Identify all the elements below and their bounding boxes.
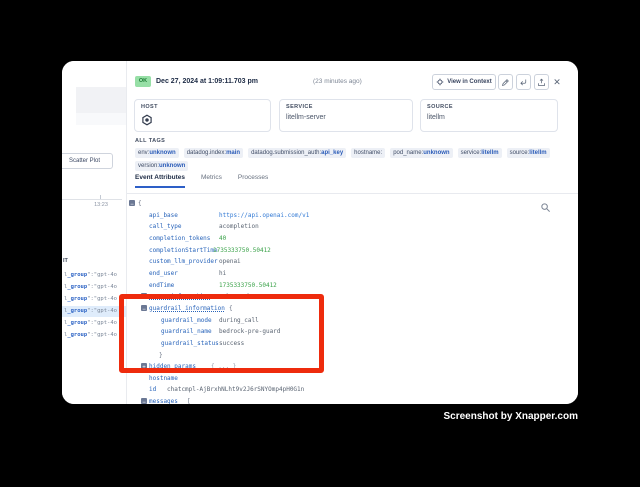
source-card: SOURCE litellm	[420, 99, 558, 132]
json-row-messages: − messages [	[129, 396, 569, 404]
event-list-row[interactable]: l_group":"gpt-4o	[62, 330, 126, 341]
event-relative-time: (23 minutes ago)	[313, 76, 362, 87]
tag-env[interactable]: env:unknown	[135, 148, 179, 158]
json-row-call-type: call_type acompletion	[129, 221, 569, 232]
source-card-label: SOURCE	[427, 104, 551, 110]
annotation-highlight-box	[119, 294, 324, 373]
event-list-row[interactable]: l_group":"gpt-4o	[62, 270, 126, 281]
event-list-row[interactable]: l_group":"gpt-4o	[62, 318, 126, 329]
tabs-divider	[127, 193, 578, 194]
view-in-context-label: View in Context	[447, 79, 492, 85]
status-badge: OK	[135, 76, 151, 87]
json-row-end-time: endTime 1735333750.50412	[129, 280, 569, 291]
collapse-toggle-icon[interactable]: −	[141, 398, 147, 404]
source-card-value: litellm	[427, 114, 551, 121]
background-panel-block-2	[76, 113, 126, 125]
tab-event-attributes[interactable]: Event Attributes	[135, 174, 185, 188]
edit-button[interactable]	[498, 74, 513, 90]
detail-tabs: Event Attributes Metrics Processes	[135, 174, 268, 188]
tags-row-1: env:unknown datadog.index:main datadog.s…	[135, 148, 550, 158]
json-root-row: − {	[129, 198, 569, 209]
tag-datadog-submission-auth[interactable]: datadog.submission_auth:api_key	[248, 148, 346, 158]
json-row-completion-tokens: completion_tokens 40	[129, 233, 569, 244]
chart-x-axis	[62, 199, 122, 200]
keyboard-shortcut-button[interactable]	[516, 74, 531, 90]
json-row-completion-start-time: completionStartTime 1735333750.50412	[129, 245, 569, 256]
background-panel-block	[76, 87, 126, 113]
chart-axis-tick-label: 13:23	[88, 202, 114, 208]
app-window: Scatter Plot 13:23 IT l_group":"gpt-4o l…	[62, 61, 578, 404]
collapse-toggle-icon[interactable]: −	[129, 200, 135, 206]
service-card-value: litellm-server	[286, 114, 406, 121]
pencil-icon	[501, 78, 510, 87]
scope-icon	[436, 78, 444, 86]
event-list-row[interactable]: l_group":"gpt-4o	[62, 282, 126, 293]
tag-source[interactable]: source:litellm	[507, 148, 550, 158]
tags-row-2: version:unknown	[135, 161, 188, 171]
tag-service[interactable]: service:litellm	[458, 148, 502, 158]
export-button[interactable]	[534, 74, 549, 90]
close-button[interactable]: ✕	[550, 75, 564, 89]
background-page-strip: Scatter Plot 13:23 IT l_group":"gpt-4o l…	[62, 61, 126, 404]
chart-axis-tickmark	[100, 195, 101, 199]
event-timestamp: Dec 27, 2024 at 1:09:11.703 pm	[156, 76, 258, 87]
scatter-plot-button[interactable]: Scatter Plot	[62, 153, 113, 169]
tab-processes[interactable]: Processes	[238, 174, 268, 188]
event-list-row-selected[interactable]: l_group":"gpt-4o	[62, 306, 126, 317]
host-hexagon-icon	[141, 114, 264, 126]
event-list-row[interactable]: l_group":"gpt-4o	[62, 294, 126, 305]
json-row-id: id chatcmpl-AjBrxhNLht9v2J6rSNYOmp4pH0G1…	[129, 384, 569, 395]
json-row-custom-llm-provider: custom_llm_provider openai	[129, 256, 569, 267]
tag-hostname[interactable]: hostname:	[351, 148, 385, 158]
service-card: SERVICE litellm-server	[279, 99, 413, 132]
event-table-column-header: IT	[63, 258, 68, 264]
tag-datadog-index[interactable]: datadog.index:main	[184, 148, 243, 158]
host-card: HOST	[134, 99, 271, 132]
watermark-text: Screenshot by Xnapper.com	[444, 411, 579, 422]
json-row-hostname: hostname	[129, 373, 569, 384]
json-row-end-user: end_user hi	[129, 268, 569, 279]
return-arrow-icon	[519, 78, 528, 87]
screenshot-backdrop: Scatter Plot 13:23 IT l_group":"gpt-4o l…	[0, 0, 640, 487]
tag-version[interactable]: version:unknown	[135, 161, 188, 171]
view-in-context-button[interactable]: View in Context	[432, 74, 496, 90]
tag-pod-name[interactable]: pod_name:unknown	[390, 148, 452, 158]
tab-metrics[interactable]: Metrics	[201, 174, 222, 188]
host-card-label: HOST	[141, 104, 264, 110]
all-tags-label: ALL TAGS	[135, 138, 165, 144]
json-row-api-base: api_base https://api.openai.com/v1	[129, 210, 569, 221]
service-card-label: SERVICE	[286, 104, 406, 110]
export-icon	[537, 78, 546, 87]
